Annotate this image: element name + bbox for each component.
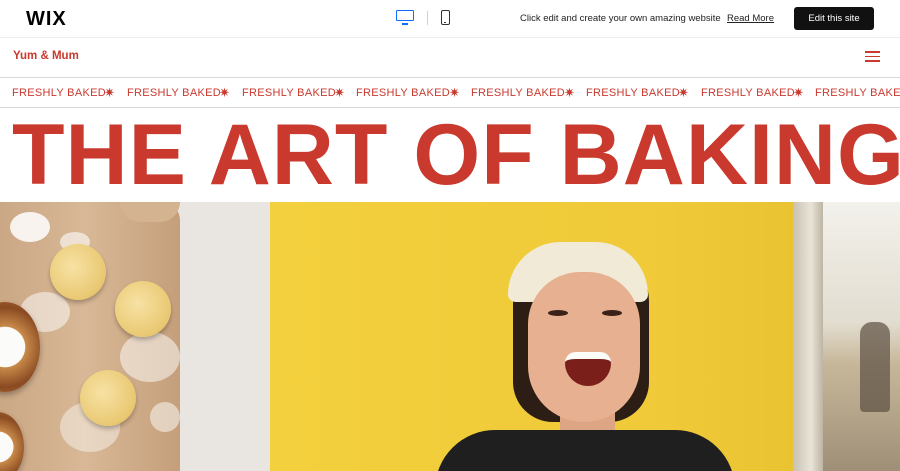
wix-top-bar: WIX Click edit and create your own amazi… [0,0,900,38]
star-icon: ✷ [449,85,460,100]
desktop-icon[interactable] [396,10,414,25]
star-icon: ✷ [334,85,345,100]
marquee-item: FRESHLY BAKED [815,87,900,99]
marquee-item: FRESHLY BAKED [586,87,680,99]
baked-goods-image [0,202,270,471]
site-header: Yum & Mum [0,38,900,78]
site-brand[interactable]: Yum & Mum [13,50,79,62]
marquee-item: FRESHLY BAKED [12,87,106,99]
edit-site-button[interactable]: Edit this site [794,7,874,30]
hero-headline: THE ART OF BAKING [12,107,900,203]
star-icon: ✷ [219,85,230,100]
marquee-item: FRESHLY BAKED [356,87,450,99]
wix-logo[interactable]: WIX [26,8,67,31]
marquee-item: FRESHLY BAKED [701,87,795,99]
marquee-item: FRESHLY BAKED [242,87,336,99]
promo-text: Click edit and create your own amazing w… [520,13,721,24]
hamburger-menu-icon[interactable] [865,51,880,62]
star-icon: ✷ [678,85,689,100]
mobile-icon[interactable] [441,10,450,25]
smiling-baker-image [270,202,900,471]
star-icon: ✷ [793,85,804,100]
hero-images [0,202,900,471]
freshly-baked-marquee: FRESHLY BAKED ✷ FRESHLY BAKED ✷ FRESHLY … [0,79,900,108]
device-divider [427,10,428,25]
read-more-link[interactable]: Read More [727,13,774,24]
marquee-item: FRESHLY BAKED [471,87,565,99]
star-icon: ✷ [564,85,575,100]
star-icon: ✷ [104,85,115,100]
marquee-item: FRESHLY BAKED [127,87,221,99]
device-switcher [396,10,450,25]
